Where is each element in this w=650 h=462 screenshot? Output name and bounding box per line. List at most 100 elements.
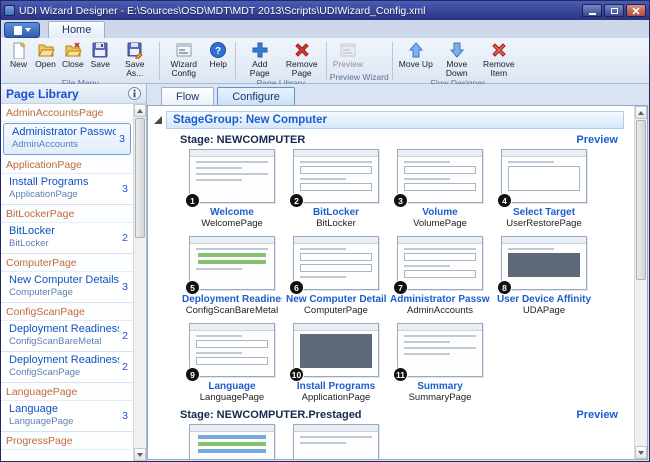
flow-page-item[interactable]	[182, 424, 282, 459]
page-thumbnail[interactable]: 9	[189, 323, 275, 377]
scroll-down-button[interactable]	[635, 446, 647, 459]
page-thumbnail[interactable]: 11	[397, 323, 483, 377]
expander-icon[interactable]	[154, 116, 162, 124]
minimize-button[interactable]	[582, 4, 602, 17]
page-title-link[interactable]: Install Programs	[297, 381, 375, 392]
wizard-config-button[interactable]: Wizard Config	[163, 40, 205, 78]
flow-page-item[interactable]: 9 Language LanguagePage	[182, 323, 282, 403]
page-group-header: BitLockerPage	[1, 205, 133, 223]
page-number-badge: 9	[185, 367, 200, 382]
scrollbar-track[interactable]	[635, 119, 647, 446]
stage-group-title: StageGroup: New Computer	[173, 114, 327, 126]
flow-page-item[interactable]: 11 Summary SummaryPage	[390, 323, 490, 403]
page-library-item[interactable]: Install Programs ApplicationPage 3	[1, 174, 133, 205]
flow-page-item[interactable]: 2 BitLocker BitLocker	[286, 149, 386, 229]
flow-page-item[interactable]: 8 User Device Affinity UDAPage	[494, 236, 594, 316]
page-thumbnail[interactable]	[189, 424, 275, 459]
page-group-header: LanguagePage	[1, 383, 133, 401]
app-menu-button[interactable]	[4, 22, 40, 38]
open-file-button[interactable]: Open	[32, 40, 59, 69]
page-thumbnail[interactable]: 6	[293, 236, 379, 290]
save-button[interactable]: Save	[87, 40, 114, 69]
scroll-up-button[interactable]	[635, 106, 647, 119]
tab-configure[interactable]: Configure	[217, 87, 295, 105]
page-thumbnail[interactable]: 5	[189, 236, 275, 290]
scrollbar-track[interactable]	[134, 117, 146, 448]
minimize-icon	[589, 13, 596, 15]
page-subtitle: AdminAccounts	[407, 305, 473, 316]
stage-group-bar[interactable]: StageGroup: New Computer	[166, 111, 624, 129]
maximize-button[interactable]	[604, 4, 624, 17]
flow-page-item[interactable]	[286, 424, 386, 459]
page-thumbnail[interactable]: 2	[293, 149, 379, 203]
page-library-item[interactable]: Language LanguagePage 3	[1, 401, 133, 432]
scrollbar-thumb[interactable]	[636, 120, 646, 280]
title-bar: UDI Wizard Designer - E:\Sources\OSD\MDT…	[1, 1, 649, 20]
page-number-badge: 10	[289, 367, 304, 382]
page-thumbnail[interactable]: 1	[189, 149, 275, 203]
flow-page-item[interactable]: 6 New Computer Details ComputerPage	[286, 236, 386, 316]
move-up-button[interactable]: Move Up	[396, 40, 436, 69]
page-thumbnail[interactable]: 3	[397, 149, 483, 203]
preview-button[interactable]: Preview	[330, 40, 366, 69]
flow-page-item[interactable]: 5 Deployment Readiness ConfigScanBareMet…	[182, 236, 282, 316]
page-title-link[interactable]: New Computer Details	[286, 294, 386, 305]
page-number-badge: 1	[185, 193, 200, 208]
page-title-link[interactable]: User Device Affinity	[497, 294, 591, 305]
remove-page-button[interactable]: Remove Page	[281, 40, 323, 78]
page-thumbnail[interactable]: 10	[293, 323, 379, 377]
page-library-item[interactable]: Administrator Password AdminAccounts 3	[3, 123, 131, 155]
page-thumbnail[interactable]: 8	[501, 236, 587, 290]
main-scrollbar[interactable]	[634, 106, 647, 459]
flow-page-item[interactable]: 3 Volume VolumePage	[390, 149, 490, 229]
move-down-button[interactable]: Move Down	[436, 40, 478, 78]
close-file-button[interactable]: Close	[59, 40, 87, 69]
page-thumbnail-image	[189, 323, 275, 377]
page-title-link[interactable]: Language	[208, 381, 255, 392]
page-title-link[interactable]: Select Target	[513, 207, 575, 218]
stage-preview-link[interactable]: Preview	[576, 134, 618, 146]
flow-page-item[interactable]: 4 Select Target UserRestorePage	[494, 149, 594, 229]
page-title-link[interactable]: Administrator Passw...	[390, 294, 490, 305]
flow-page-item[interactable]: 7 Administrator Passw... AdminAccounts	[390, 236, 490, 316]
page-thumbnail-image	[501, 149, 587, 203]
help-icon: ?	[209, 41, 227, 59]
page-thumbnail[interactable]: 4	[501, 149, 587, 203]
page-library-item[interactable]: BitLocker BitLocker 2	[1, 223, 133, 254]
page-item-title: BitLocker	[9, 225, 119, 238]
scroll-up-button[interactable]	[134, 104, 146, 117]
tab-flow[interactable]: Flow	[161, 87, 214, 105]
scroll-down-button[interactable]	[134, 448, 146, 461]
page-library-item[interactable]: Deployment Readiness ConfigScanBareMetal…	[1, 321, 133, 352]
close-button[interactable]	[626, 4, 646, 17]
page-title-link[interactable]: Deployment Readiness	[182, 294, 282, 305]
page-library-item[interactable]: Deployment Readiness ConfigScanPage 2	[1, 352, 133, 383]
page-subtitle: ComputerPage	[304, 305, 368, 316]
tab-home[interactable]: Home	[48, 21, 105, 38]
flow-page-item[interactable]: 1 Welcome WelcomePage	[182, 149, 282, 229]
info-icon[interactable]	[128, 87, 141, 100]
page-thumbnail[interactable]: 7	[397, 236, 483, 290]
scrollbar-thumb[interactable]	[135, 118, 145, 238]
page-subtitle: ApplicationPage	[302, 392, 371, 403]
page-number-badge: 3	[393, 193, 408, 208]
page-title-link[interactable]: Welcome	[210, 207, 254, 218]
remove-item-button[interactable]: Remove Item	[478, 40, 520, 78]
page-subtitle: SummaryPage	[409, 392, 472, 403]
page-subtitle: UDAPage	[523, 305, 565, 316]
stage-preview-link[interactable]: Preview	[576, 409, 618, 421]
page-title-link[interactable]: BitLocker	[313, 207, 359, 218]
add-page-button[interactable]: Add Page	[239, 40, 281, 78]
page-thumbnail[interactable]	[293, 424, 379, 459]
save-as-button[interactable]: Save As...	[114, 40, 156, 78]
new-file-button[interactable]: New	[5, 40, 32, 69]
page-title-link[interactable]: Volume	[422, 207, 457, 218]
page-number-badge: 8	[497, 280, 512, 295]
help-button[interactable]: ? Help	[205, 40, 232, 69]
page-item-count: 3	[119, 183, 131, 195]
sidebar-scrollbar[interactable]	[133, 104, 146, 461]
page-thumbnail-image	[293, 149, 379, 203]
flow-page-item[interactable]: 10 Install Programs ApplicationPage	[286, 323, 386, 403]
page-title-link[interactable]: Summary	[417, 381, 463, 392]
page-library-item[interactable]: New Computer Details ComputerPage 3	[1, 272, 133, 303]
